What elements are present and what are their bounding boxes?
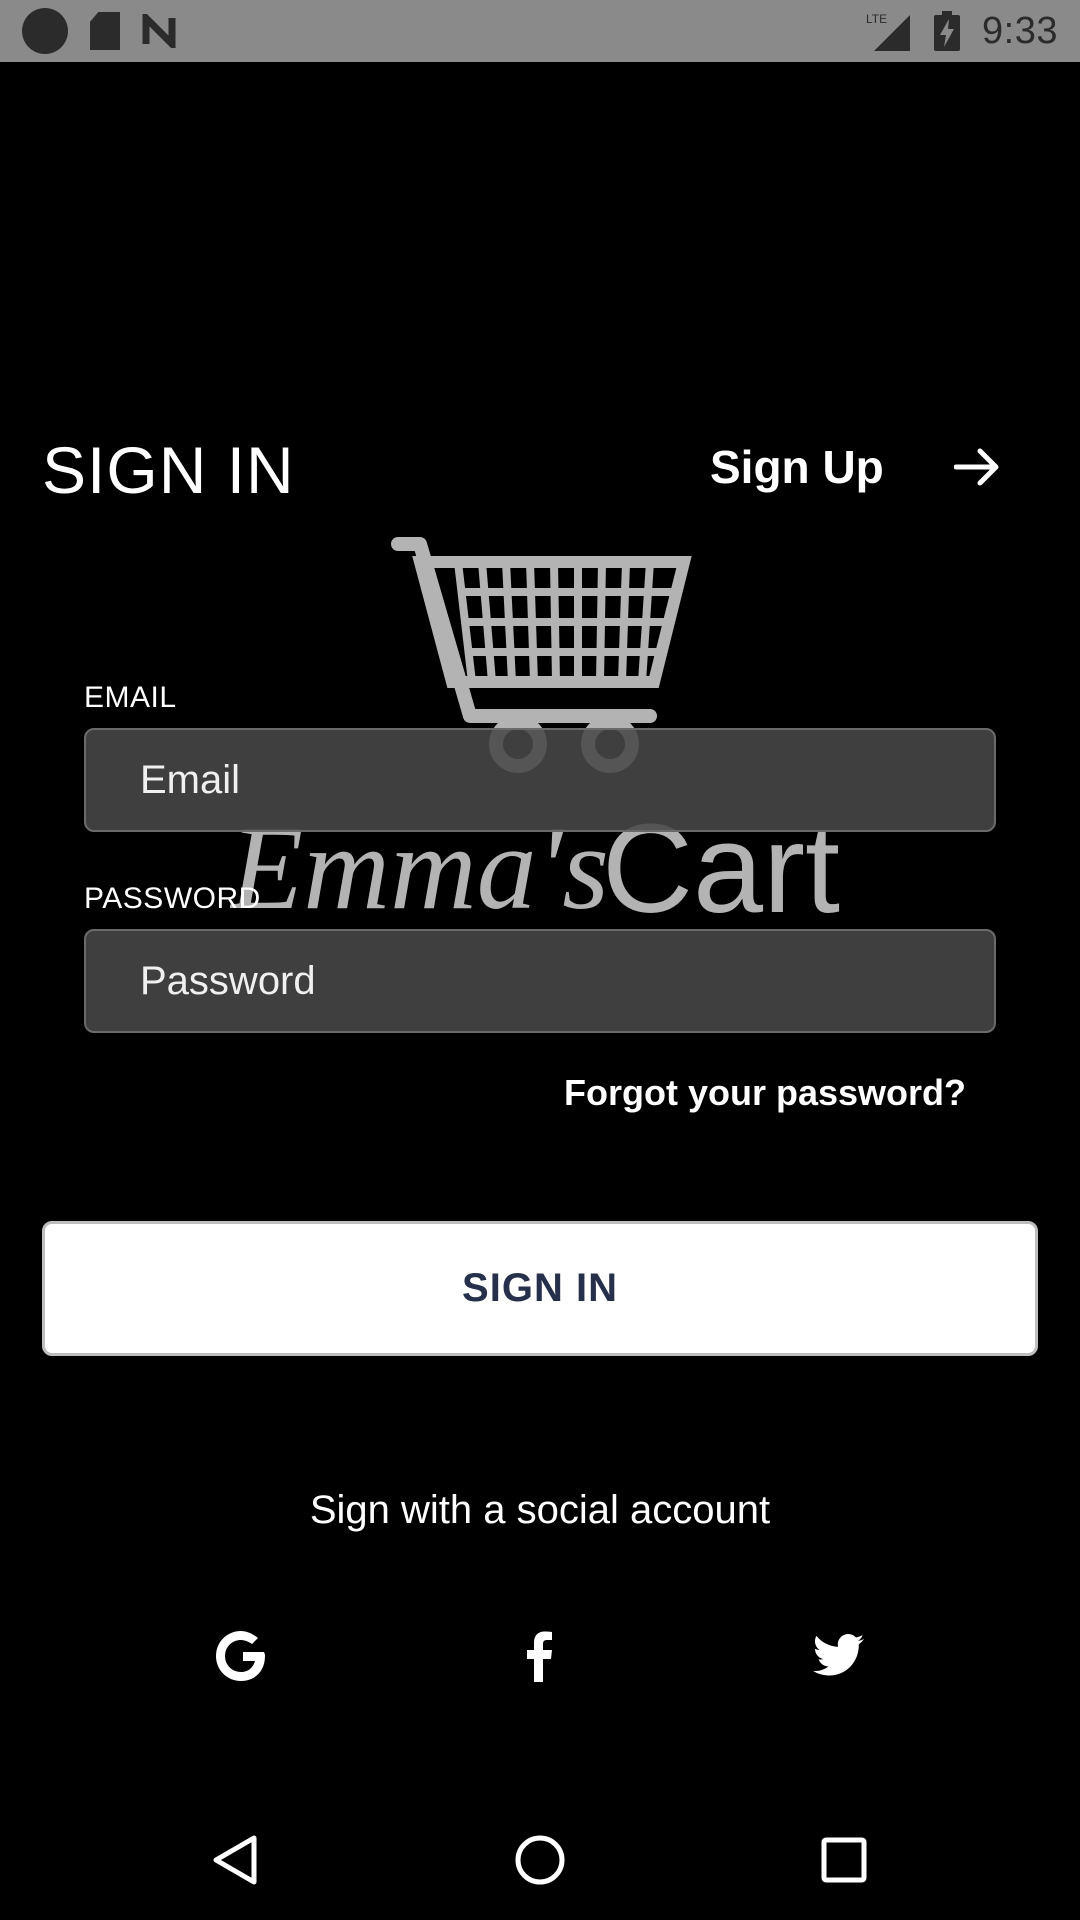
clock: 9:33 [982,9,1058,52]
arrow-right-icon [953,448,999,486]
email-label: EMAIL [84,681,177,714]
sign-up-label: Sign Up [710,441,884,493]
home-icon[interactable] [510,1830,570,1890]
email-field[interactable] [86,730,994,830]
sign-in-button[interactable]: SIGN IN [42,1221,1038,1356]
social-caption: Sign with a social account [309,1488,771,1532]
sign-in-button-label: SIGN IN [462,1266,618,1310]
password-field[interactable] [86,931,994,1031]
google-icon[interactable] [212,1626,272,1686]
status-right: LTE 9:33 [866,10,1058,53]
facebook-icon[interactable] [510,1626,570,1686]
page-title: SIGN IN [42,433,295,507]
navigation-bar [0,1800,1080,1920]
battery-charging-icon [934,11,961,51]
sign-up-link[interactable]: Sign Up [710,440,1000,494]
password-field-container [84,929,996,1033]
twitter-icon[interactable] [808,1626,868,1686]
sd-card-icon [90,12,120,50]
email-field-container [84,728,996,832]
social-buttons [0,1626,1080,1686]
lte-signal-icon: LTE [866,12,911,51]
n-logo-icon [142,14,176,48]
forgot-password-link[interactable]: Forgot your password? [564,1072,966,1114]
status-left [22,8,182,54]
recents-icon[interactable] [814,1830,874,1890]
notification-dot-icon [22,8,68,54]
network-label: LTE [866,12,887,26]
password-label: PASSWORD [84,882,261,915]
back-icon[interactable] [206,1830,266,1890]
status-bar: LTE 9:33 [0,0,1080,62]
